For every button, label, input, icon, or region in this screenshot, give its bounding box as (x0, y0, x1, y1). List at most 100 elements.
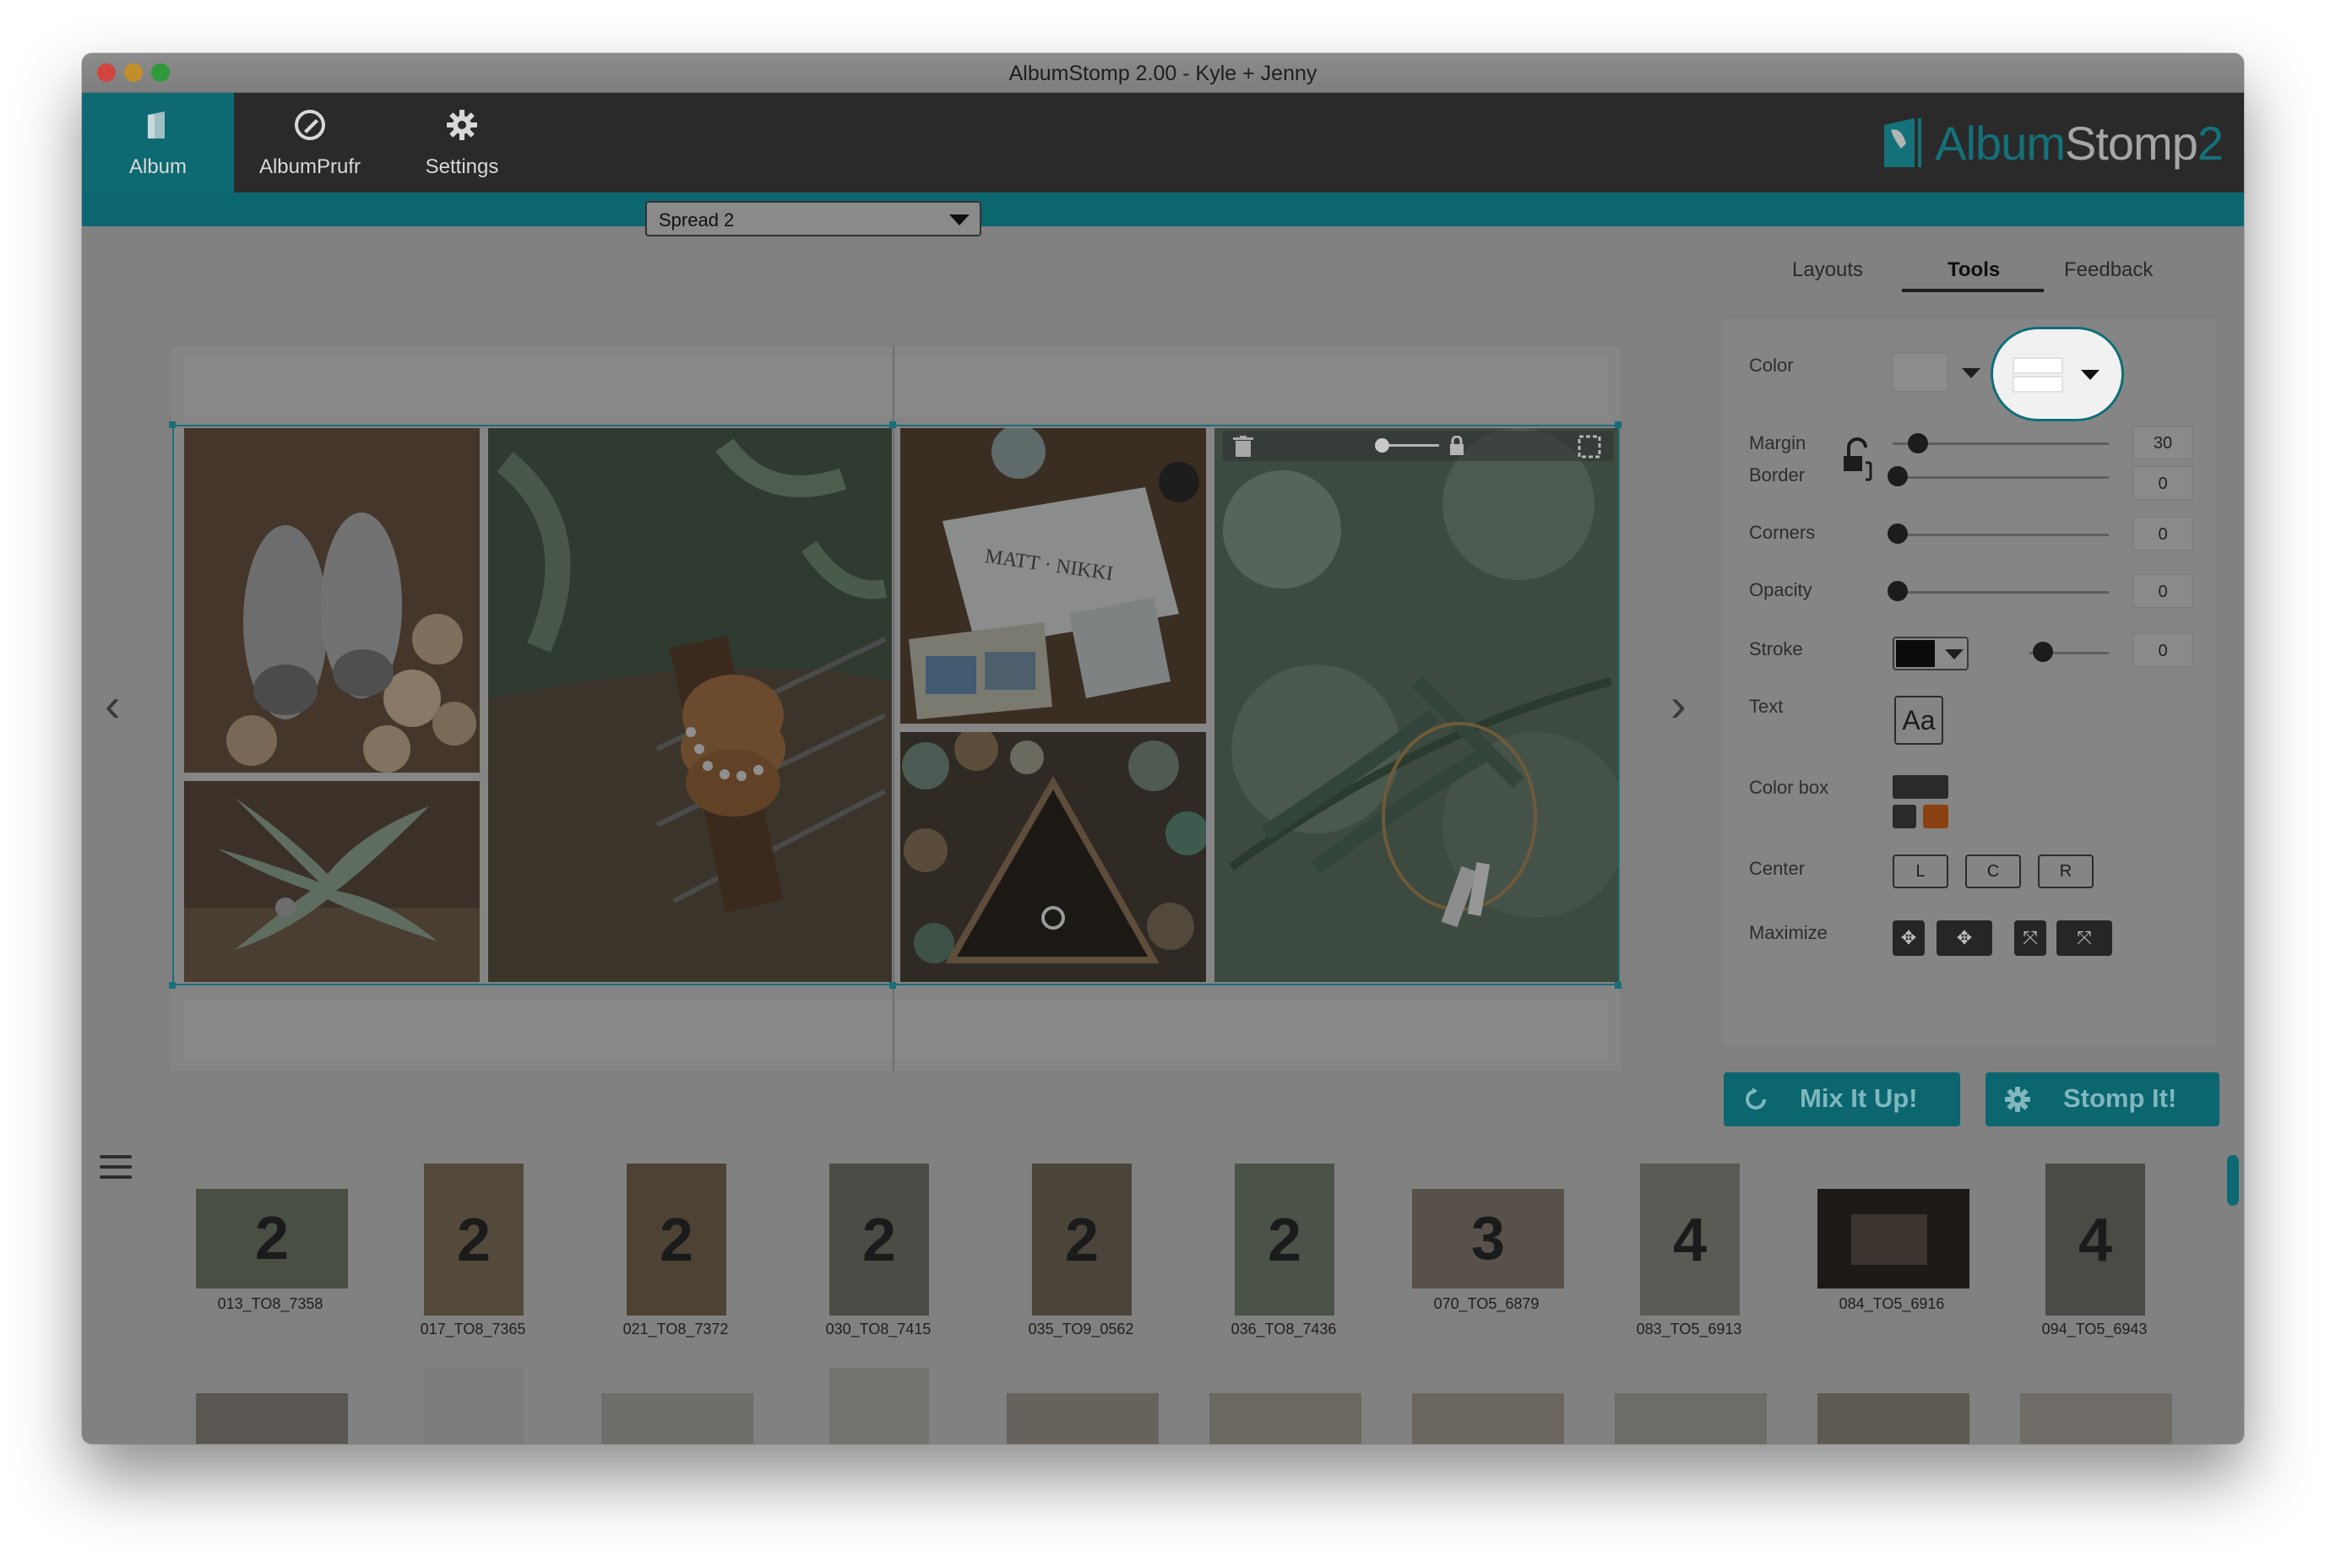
color-box-orange-button[interactable] (1923, 805, 1948, 828)
margin-value-field[interactable]: 30 (2132, 426, 2193, 459)
photo-bracelets-image (488, 428, 892, 982)
maximize-expand-button[interactable]: ⤧ (2056, 920, 2112, 956)
title-bar: AlbumStomp 2.00 - Kyle + Jenny (82, 53, 2244, 93)
corners-value-field[interactable]: 0 (2132, 517, 2193, 551)
color-box-dark-button[interactable] (1893, 805, 1916, 828)
thumbnail-item[interactable] (1615, 1393, 1767, 1444)
photo-pine-branch-image (1214, 428, 1618, 982)
color-box-wide-button[interactable] (1893, 775, 1948, 799)
next-spread-arrow-icon[interactable]: › (1670, 677, 1687, 732)
stomp-it-button[interactable]: Stomp It! (1985, 1072, 2219, 1126)
nav-settings-button[interactable]: Settings (386, 93, 538, 193)
thumbnail-image: 2 (829, 1164, 929, 1316)
photo-group-frame[interactable]: MATT · NIKKI (172, 425, 1620, 985)
color-box-label: Color box (1749, 777, 1829, 798)
hamburger-menu-icon[interactable] (100, 1155, 132, 1179)
stroke-color-swatch (1896, 640, 1935, 667)
thumbnail-item[interactable] (829, 1368, 929, 1444)
stroke-color-select[interactable] (1893, 637, 1969, 670)
albumprufr-icon (295, 110, 325, 140)
center-center-button[interactable]: C (1965, 855, 2021, 888)
resize-handle[interactable] (1615, 421, 1622, 428)
nav-albumprufr-label: AlbumPrufr (258, 155, 361, 178)
layout-grid-icon (2013, 357, 2063, 393)
thumbnail-filename: 030_TO8_7415 (825, 1321, 932, 1337)
opacity-value-field[interactable]: 0 (2132, 574, 2193, 608)
expand-icon: ⤧ (2023, 927, 2038, 948)
thumbnail-image: 2 (1032, 1164, 1132, 1316)
spread-select[interactable]: Spread 2 (645, 201, 981, 236)
previous-spread-arrow-icon[interactable]: ‹ (105, 677, 121, 732)
color-swatch[interactable] (1893, 353, 1948, 392)
resize-handle[interactable] (169, 982, 176, 989)
photo-ring[interactable] (900, 732, 1206, 982)
stroke-value-field[interactable]: 0 (2132, 633, 2193, 667)
tab-layouts[interactable]: Layouts (1792, 258, 1863, 282)
page-bottom-margin (182, 999, 1610, 1060)
albumstomp-logo: Album Stomp 2 (1881, 113, 2224, 172)
border-slider-track[interactable] (1893, 476, 2109, 479)
thumbnail-use-count: 2 (659, 1207, 694, 1274)
thumbnail-image: 2 (1235, 1164, 1334, 1316)
fit-frame-icon[interactable] (1578, 435, 1601, 458)
stomp-it-label: Stomp It! (2063, 1083, 2177, 1113)
thumbnail-item[interactable] (601, 1393, 753, 1444)
nav-album-label: Album (128, 155, 187, 178)
photo-shoes[interactable] (184, 428, 480, 773)
opacity-slider-knob[interactable] (1888, 581, 1908, 601)
maximize-label: Maximize (1749, 922, 1828, 943)
maximize-move-small-button[interactable]: ✥ (1893, 920, 1925, 956)
mix-it-up-button[interactable]: Mix It Up! (1724, 1072, 1960, 1126)
thumbnail-scrollbar[interactable] (2227, 1155, 2239, 1206)
resize-handle[interactable] (889, 982, 896, 989)
thumbnail-item[interactable] (1007, 1393, 1159, 1444)
window-title: AlbumStomp 2.00 - Kyle + Jenny (1008, 62, 1317, 85)
add-text-button[interactable]: Aa (1894, 696, 1943, 745)
maximize-move-button[interactable]: ✥ (1937, 920, 1992, 956)
maximize-expand-small-button[interactable]: ⤧ (2014, 920, 2046, 956)
thumbnail-filename: 036_TO8_7436 (1230, 1321, 1337, 1337)
thumbnail-item[interactable] (196, 1393, 348, 1444)
thumbnail-filename: 017_TO8_7365 (420, 1321, 526, 1337)
border-value-field[interactable]: 0 (2132, 466, 2193, 500)
layout-dropdown-highlight[interactable] (1993, 329, 2121, 419)
margin-slider-knob[interactable] (1908, 433, 1928, 453)
thumbnail-item[interactable] (424, 1368, 524, 1444)
resize-handle[interactable] (169, 421, 176, 428)
tab-feedback[interactable]: Feedback (2064, 258, 2153, 282)
lock-icon[interactable] (1449, 436, 1464, 456)
photo-bracelets[interactable] (488, 428, 892, 982)
album-icon (148, 111, 165, 138)
opacity-slider-track[interactable] (1893, 591, 2109, 594)
border-slider-knob[interactable] (1888, 466, 1908, 486)
chevron-down-icon (949, 214, 970, 225)
center-label: Center (1749, 858, 1806, 879)
resize-handle[interactable] (1615, 982, 1622, 989)
thumbnail-filename: 094_TO5_6943 (2041, 1321, 2148, 1337)
photo-zoom-knob[interactable] (1375, 438, 1389, 453)
color-dropdown-caret-icon[interactable] (1962, 368, 1980, 378)
photo-invitation[interactable]: MATT · NIKKI (900, 428, 1206, 724)
corners-slider-track[interactable] (1893, 534, 2109, 536)
photo-pine-branch[interactable] (1214, 428, 1618, 982)
thumbnail-item[interactable] (1209, 1393, 1361, 1444)
nav-album-button[interactable]: Album (82, 93, 234, 193)
stroke-slider-knob[interactable] (2033, 642, 2053, 662)
thumbnail-item[interactable] (1817, 1393, 1969, 1444)
thumbnail-item[interactable] (1412, 1393, 1564, 1444)
refresh-icon (1746, 1088, 1766, 1110)
center-right-button[interactable]: R (2038, 855, 2094, 888)
thumbnail-filename: 035_TO9_0562 (1028, 1321, 1134, 1337)
unlock-link-icon[interactable] (1840, 437, 1874, 486)
thumbnail-use-count: 2 (1064, 1207, 1100, 1274)
thumbnail-item[interactable] (2020, 1393, 2172, 1444)
nav-albumprufr-button[interactable]: AlbumPrufr (234, 93, 386, 193)
nav-settings-label: Settings (425, 155, 499, 178)
photo-airplant[interactable] (184, 781, 480, 982)
resize-handle[interactable] (889, 421, 896, 428)
photo-shoes-image (184, 428, 480, 773)
trash-icon[interactable] (1233, 436, 1253, 458)
corners-slider-knob[interactable] (1888, 524, 1908, 544)
center-left-button[interactable]: L (1893, 855, 1948, 888)
tab-tools[interactable]: Tools (1947, 258, 2000, 282)
